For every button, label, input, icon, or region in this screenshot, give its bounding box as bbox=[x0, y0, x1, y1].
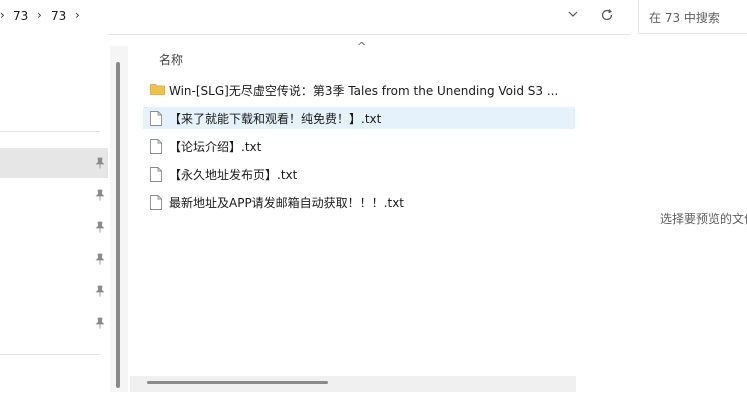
pin-icon[interactable] bbox=[94, 285, 106, 297]
file-name: 【来了就能下载和观看！纯免费！】.txt bbox=[169, 112, 382, 126]
horizontal-scrollbar-thumb[interactable] bbox=[147, 381, 328, 384]
text-file-icon bbox=[150, 167, 162, 185]
breadcrumb-separator: › bbox=[0, 8, 5, 22]
nav-scrollbar-thumb[interactable] bbox=[116, 62, 120, 388]
text-file-icon bbox=[150, 195, 162, 213]
file-row-folder[interactable]: Win-[SLG]无尽虚空传说：第3季 Tales from the Unend… bbox=[143, 79, 575, 101]
text-file-icon bbox=[150, 139, 162, 157]
file-name: 【论坛介绍】.txt bbox=[169, 140, 262, 154]
breadcrumb-item-73-parent[interactable]: 73 bbox=[13, 9, 28, 23]
file-name: Win-[SLG]无尽虚空传说：第3季 Tales from the Unend… bbox=[169, 84, 559, 98]
nav-divider bbox=[0, 354, 100, 355]
search-input[interactable]: 在 73 中搜索 bbox=[649, 9, 720, 26]
text-file-icon bbox=[150, 111, 162, 129]
pin-icon[interactable] bbox=[94, 157, 106, 169]
horizontal-scrollbar[interactable] bbox=[130, 376, 576, 392]
pin-icon[interactable] bbox=[94, 221, 106, 233]
file-name: 【永久地址发布页】.txt bbox=[169, 168, 298, 182]
breadcrumb-item-73-current[interactable]: 73 bbox=[51, 9, 66, 23]
file-row-selected[interactable]: 【来了就能下载和观看！纯免费！】.txt bbox=[143, 107, 575, 129]
file-row[interactable]: 【永久地址发布页】.txt bbox=[143, 163, 575, 185]
navigation-pane bbox=[0, 34, 108, 406]
file-name: 最新地址及APP请发邮箱自动获取！！！.txt bbox=[169, 196, 405, 210]
file-row[interactable]: 最新地址及APP请发邮箱自动获取！！！.txt bbox=[143, 191, 575, 213]
nav-item-selected[interactable] bbox=[0, 148, 108, 178]
pin-icon[interactable] bbox=[94, 317, 106, 329]
pin-icon[interactable] bbox=[94, 189, 106, 201]
search-box[interactable]: 在 73 中搜索 bbox=[638, 0, 747, 34]
chevron-down-icon[interactable] bbox=[567, 8, 579, 24]
column-header-name[interactable]: 名称 bbox=[159, 51, 183, 68]
sort-ascending-icon: ^ bbox=[357, 40, 367, 53]
folder-icon bbox=[150, 83, 165, 98]
nav-divider bbox=[0, 131, 100, 132]
address-bar[interactable] bbox=[0, 0, 630, 35]
file-row[interactable]: 【论坛介绍】.txt bbox=[143, 135, 575, 157]
refresh-icon[interactable] bbox=[600, 8, 614, 26]
breadcrumb-separator[interactable]: › bbox=[75, 8, 80, 22]
preview-placeholder: 选择要预览的文件 bbox=[660, 212, 747, 226]
pin-icon[interactable] bbox=[94, 253, 106, 265]
breadcrumb-separator: › bbox=[37, 8, 42, 22]
